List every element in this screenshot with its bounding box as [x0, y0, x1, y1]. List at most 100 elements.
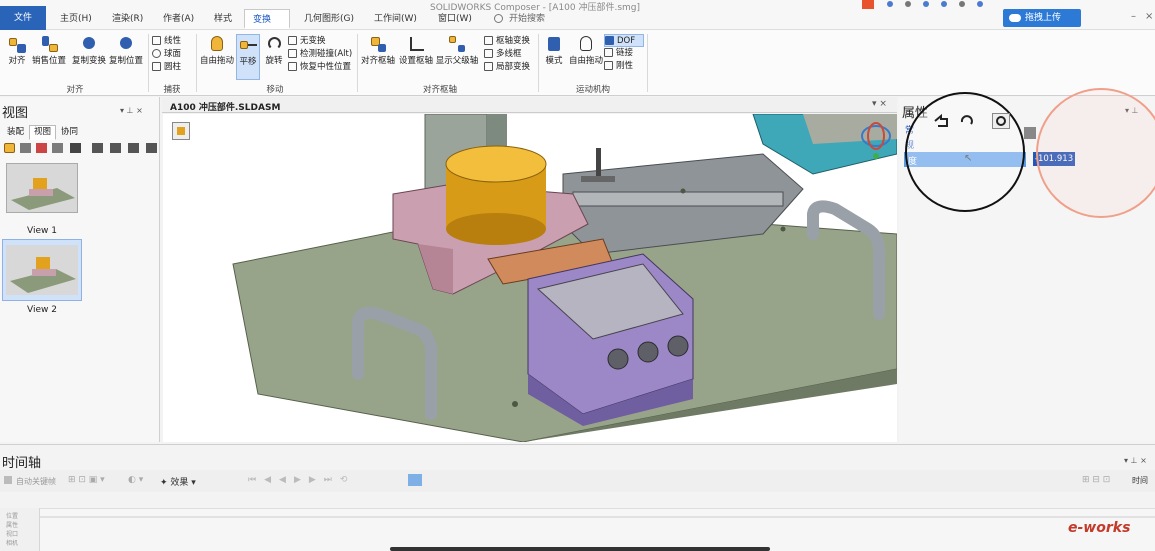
- linear-snap[interactable]: 线性: [152, 35, 198, 48]
- no-transform[interactable]: 无变换: [288, 35, 356, 48]
- orientation-gizmo-icon[interactable]: [859, 120, 893, 160]
- set-pivot-button[interactable]: 设置枢轴: [398, 34, 434, 80]
- document-tab-title[interactable]: A100 冲压部件.SLDASM: [170, 100, 280, 113]
- pivot-transform[interactable]: 枢轴变换: [484, 35, 536, 48]
- multi-wireframe[interactable]: 多线框: [484, 48, 536, 61]
- pivot-options: 枢轴变换 多线框 局部变换: [484, 35, 536, 74]
- restore-neutral[interactable]: 恢复中性位置: [288, 61, 356, 74]
- kin-options: DOF 链接 刚性: [604, 34, 644, 73]
- camera-icon[interactable]: [128, 143, 139, 153]
- zoom-tools-icon[interactable]: ⊞ ⊟ ⊡: [1082, 475, 1110, 485]
- separator: [196, 34, 197, 92]
- time-mode-toggle[interactable]: 时间: [1132, 475, 1148, 486]
- rotate-button[interactable]: 旋转: [262, 34, 286, 80]
- undo-transform-icon[interactable]: [932, 113, 950, 129]
- link-option[interactable]: 链接: [604, 47, 644, 60]
- local-transform-icon: [484, 62, 493, 71]
- tab-transform[interactable]: 变换(T): [244, 9, 290, 45]
- viewport-tool-icon[interactable]: [172, 122, 190, 140]
- auto-key-toggle[interactable]: 自动关键帧: [16, 476, 56, 487]
- free-drag-button[interactable]: 自由拖动: [199, 34, 235, 80]
- key-tools-icon[interactable]: ⊞ ⊡ ▣ ▾: [68, 475, 105, 485]
- tab-render[interactable]: 渲染(R): [104, 9, 151, 29]
- align-pivot-button[interactable]: 对齐枢轴: [360, 34, 396, 80]
- view-tool-icon[interactable]: [4, 143, 15, 153]
- wireframe-icon: [484, 49, 493, 58]
- system-tray-icons: [862, 0, 983, 9]
- no-transform-icon: [288, 36, 297, 45]
- tab-geometry[interactable]: 几何图形(G): [296, 9, 362, 29]
- view-thumbnail-image: [7, 164, 77, 212]
- timeline-track[interactable]: [40, 508, 1155, 551]
- view-tool-icon[interactable]: [20, 143, 31, 153]
- menu-bar: SOLIDWORKS Composer - [A100 冲压部件.smg] 文件…: [0, 0, 1155, 45]
- tab-file[interactable]: 文件: [0, 6, 46, 30]
- effects-button[interactable]: ✦ 效果 ▾: [160, 475, 196, 488]
- upload-button[interactable]: 拖拽上传: [1003, 9, 1081, 27]
- view-thumbnail-selected[interactable]: [2, 239, 82, 301]
- sphere-snap[interactable]: 球面: [152, 48, 198, 61]
- separator: [647, 34, 648, 92]
- panel-menu-icon[interactable]: ▾ ⊥ ×: [120, 106, 143, 115]
- loop-toggle-icon[interactable]: [408, 474, 422, 486]
- view-tool-icon[interactable]: [36, 143, 47, 153]
- views-panel: 视图 ▾ ⊥ × 装配 视图 协同 View 1 View 2: [0, 97, 160, 442]
- subtab-views[interactable]: 视图: [29, 125, 57, 140]
- minimize-icon[interactable]: –: [1131, 12, 1141, 22]
- mode-button[interactable]: 模式: [542, 34, 566, 80]
- kin-free-drag-button[interactable]: 自由拖动: [568, 34, 604, 80]
- track-label: 位置: [6, 513, 19, 520]
- view-label: View 1: [27, 226, 57, 236]
- zoom-callout: [905, 92, 1025, 212]
- search-icon: [494, 14, 503, 23]
- tab-home[interactable]: 主页(H): [52, 9, 100, 29]
- timeline-toolbar: 自动关键帧 ⊞ ⊡ ▣ ▾ ◐ ▾ ✦ 效果 ▾ ⏮◀◀▶▶⏭⟲ ⊞ ⊟ ⊡ 时…: [0, 470, 1155, 492]
- show-parent-axis-button[interactable]: 显示父级轴: [435, 34, 479, 80]
- set-pivot-icon: [406, 34, 426, 54]
- highlight-callout: [1036, 88, 1155, 218]
- subtab-collab[interactable]: 协同: [56, 125, 83, 140]
- subtab-assembly[interactable]: 装配: [2, 125, 29, 140]
- camera-icon[interactable]: [110, 143, 121, 153]
- rigid-option[interactable]: 刚性: [604, 60, 644, 73]
- search-box[interactable]: 开始搜索: [494, 10, 545, 28]
- timeline-scrollbar[interactable]: [390, 547, 770, 551]
- transform-icon: [79, 34, 99, 54]
- tab-styles[interactable]: 样式: [206, 9, 240, 29]
- camera-icon[interactable]: [92, 143, 103, 153]
- parent-axis-icon: [447, 34, 467, 54]
- camera-icon[interactable]: [146, 143, 157, 153]
- cylinder-snap[interactable]: 圆柱: [152, 61, 198, 74]
- view-tool-icon[interactable]: [52, 143, 63, 153]
- timeline-title: 时间轴: [2, 456, 42, 471]
- link-icon: [604, 48, 613, 57]
- copy-transform-button[interactable]: 复制变换: [71, 34, 107, 80]
- ribbon: 对齐 销售位置 复制变换 复制位置 对齐 线性 球面 圆柱 捕获 自由拖动 平移…: [0, 30, 1155, 96]
- document-close-icon[interactable]: ▾ ×: [872, 99, 887, 109]
- redo-transform-icon[interactable]: [958, 113, 976, 129]
- cloud-icon: [1009, 14, 1021, 22]
- tab-workshops[interactable]: 工作间(W): [366, 9, 425, 29]
- view-tool-icon[interactable]: [70, 143, 81, 153]
- view-thumbnail[interactable]: [6, 163, 78, 213]
- color-tool-icon[interactable]: ◐ ▾: [128, 475, 143, 485]
- playback-controls[interactable]: ⏮◀◀▶▶⏭⟲: [248, 475, 355, 485]
- collision-detection[interactable]: 检测碰撞(Alt): [288, 48, 356, 61]
- copy-position-button[interactable]: 复制位置: [108, 34, 144, 80]
- 3d-viewport[interactable]: [163, 114, 897, 442]
- close-icon[interactable]: ×: [1145, 12, 1155, 22]
- tab-window[interactable]: 窗口(W): [430, 9, 480, 29]
- rotate-icon: [264, 34, 284, 54]
- auto-key-icon[interactable]: [4, 476, 12, 484]
- dof-toggle[interactable]: DOF: [604, 34, 644, 47]
- property-tool-icon[interactable]: [1024, 127, 1036, 139]
- group-label-capture: 捕获: [163, 85, 181, 95]
- translate-button[interactable]: 平移: [236, 34, 260, 80]
- separator: [538, 34, 539, 92]
- align-button[interactable]: 对齐: [4, 34, 30, 80]
- sales-position-button[interactable]: 销售位置: [32, 34, 66, 80]
- panel-menu-icon[interactable]: ▾ ⊥ ×: [1124, 456, 1147, 465]
- tab-author[interactable]: 作者(A): [155, 9, 202, 29]
- local-transform[interactable]: 局部变换: [484, 61, 536, 74]
- reset-icon[interactable]: [992, 113, 1010, 129]
